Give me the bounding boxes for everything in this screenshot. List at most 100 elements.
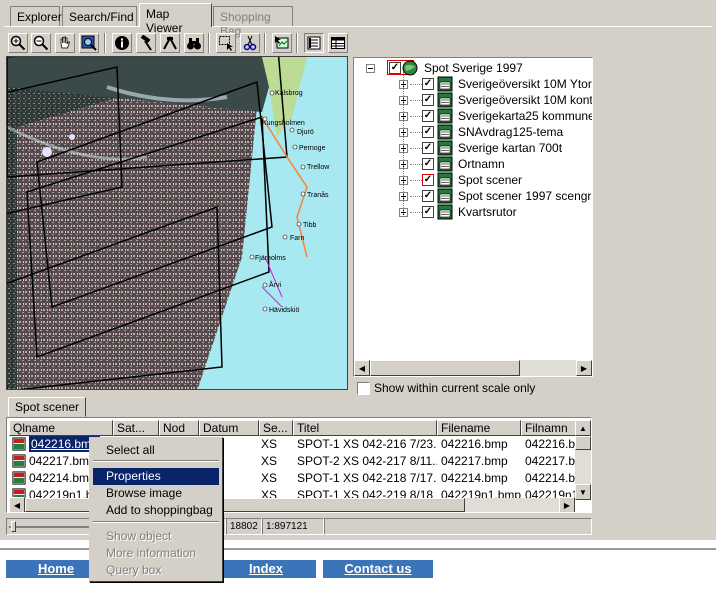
tree-item[interactable]: ✓ Sverigeöversikt 10M konturer bbox=[354, 92, 592, 108]
tab-map-viewer[interactable]: Map Viewer bbox=[139, 3, 212, 35]
cell-filename: 042216.bmp bbox=[441, 437, 508, 451]
column-header-se[interactable]: Se... bbox=[259, 420, 293, 436]
tab-explorer[interactable]: Explorer bbox=[10, 6, 62, 26]
column-header-filnamn[interactable]: Filnamn bbox=[521, 420, 577, 436]
context-menu-item: More information bbox=[106, 546, 197, 560]
legend-icon bbox=[307, 36, 321, 50]
legend-toggle-button[interactable] bbox=[304, 33, 324, 53]
select-rectangle-icon bbox=[219, 36, 233, 51]
zoom-extent-button[interactable] bbox=[79, 33, 99, 53]
tree-item[interactable]: ✓ Kvartsrutor bbox=[354, 204, 592, 220]
layer-checkbox[interactable]: ✓ bbox=[422, 126, 434, 138]
map-place-label: Farn bbox=[290, 235, 305, 242]
layer-label: Ortnamn bbox=[458, 157, 505, 171]
image-select-icon bbox=[275, 36, 289, 49]
tree-horizontal-scrollbar[interactable]: ◀ ▶ bbox=[354, 360, 592, 376]
layer-checkbox[interactable]: ✓ bbox=[422, 174, 434, 186]
layer-icon bbox=[437, 124, 453, 140]
layer-label: Kvartsrutor bbox=[458, 205, 517, 219]
tree-item[interactable]: ✓ Ortnamn bbox=[354, 156, 592, 172]
context-menu-item[interactable]: Add to shoppingbag bbox=[93, 502, 219, 519]
info-button[interactable] bbox=[112, 33, 132, 53]
tree-root[interactable]: ✓ Spot Sverige 1997 bbox=[354, 60, 592, 76]
layer-checkbox[interactable]: ✓ bbox=[422, 78, 434, 90]
scale-only-checkbox[interactable] bbox=[357, 382, 370, 395]
map-place-label: Pernoge bbox=[299, 145, 326, 152]
table-toggle-button[interactable] bbox=[328, 33, 348, 53]
layer-checkbox[interactable]: ✓ bbox=[422, 190, 434, 202]
scroll-up-icon[interactable]: ▲ bbox=[575, 420, 591, 436]
context-menu-item: Query box bbox=[106, 563, 162, 577]
slider-thumb[interactable] bbox=[11, 521, 16, 532]
tree-item[interactable]: ✓ Sverigekarta25 kommuner -S bbox=[354, 108, 592, 124]
root-checkbox[interactable]: ✓ bbox=[389, 62, 401, 74]
toolbar-separator bbox=[296, 33, 298, 53]
select-rectangle-button[interactable] bbox=[216, 33, 236, 53]
column-header-titel[interactable]: Titel bbox=[293, 420, 437, 436]
measure-button[interactable] bbox=[160, 33, 180, 53]
cell-filename: 042217.bmp bbox=[441, 454, 508, 468]
layer-checkbox[interactable]: ✓ bbox=[422, 94, 434, 106]
column-header-nod[interactable]: Nod bbox=[159, 420, 199, 436]
nav-contact-link[interactable]: Contact us bbox=[323, 560, 433, 578]
scale-only-label: Show within current scale only bbox=[374, 381, 536, 395]
scroll-left-icon[interactable]: ◀ bbox=[9, 497, 25, 512]
measure-icon bbox=[163, 35, 177, 50]
map-place-label: Fjärholms bbox=[255, 255, 286, 262]
layer-label: Sverigeöversikt 10M Ytor bbox=[458, 77, 592, 91]
hammer-button[interactable] bbox=[136, 33, 156, 53]
context-menu: Select all Properties Browse image Add to s… bbox=[89, 437, 223, 582]
pan-button[interactable] bbox=[55, 33, 75, 53]
scroll-left-icon[interactable]: ◀ bbox=[354, 360, 370, 376]
tree-item[interactable]: ✓ Sverige kartan 700t bbox=[354, 140, 592, 156]
cell-titel: SPOT-1 XS 042-216 7/23... bbox=[297, 437, 437, 451]
cell-filename: 042214.bmp bbox=[441, 471, 508, 485]
map-view[interactable]: Kalsbrog Kungsholmen Djurö Pernoge Trell… bbox=[6, 56, 348, 390]
tab-search-find[interactable]: Search/Find bbox=[62, 6, 137, 26]
layer-checkbox[interactable]: ✓ bbox=[422, 110, 434, 122]
collapse-icon[interactable] bbox=[366, 64, 375, 73]
zoom-in-button[interactable] bbox=[8, 33, 28, 53]
tab-spot-scener[interactable]: Spot scener bbox=[8, 397, 87, 417]
scroll-down-icon[interactable]: ▼ bbox=[575, 484, 591, 500]
map-place-label: Djurö bbox=[297, 129, 314, 136]
map-place-label: Hävidskiö bbox=[269, 307, 299, 314]
cell-se: XS bbox=[261, 454, 278, 468]
tree-connector bbox=[403, 72, 404, 214]
layer-checkbox[interactable]: ✓ bbox=[422, 206, 434, 218]
column-header-filename[interactable]: Filename bbox=[437, 420, 521, 436]
layer-checkbox[interactable]: ✓ bbox=[422, 158, 434, 170]
table-vertical-scrollbar[interactable]: ▲ ▼ bbox=[575, 420, 591, 500]
tree-connector bbox=[410, 84, 422, 85]
context-menu-item[interactable]: Properties bbox=[93, 468, 219, 485]
nav-index-link[interactable]: Index bbox=[216, 560, 316, 578]
context-menu-item[interactable]: Browse image bbox=[93, 485, 219, 502]
tree-item[interactable]: ✓ SNAvdrag125-tema bbox=[354, 124, 592, 140]
cut-button[interactable] bbox=[240, 33, 260, 53]
tree-item[interactable]: ✓ Spot scener bbox=[354, 172, 592, 188]
tree-connector bbox=[410, 196, 422, 197]
find-button[interactable] bbox=[184, 33, 204, 53]
image-select-button[interactable] bbox=[272, 33, 292, 53]
tree-connector bbox=[410, 116, 422, 117]
context-menu-item[interactable]: Select all bbox=[93, 442, 219, 459]
tree-item[interactable]: ✓ Spot scener 1997 scengräns bbox=[354, 188, 592, 204]
tree-item[interactable]: ✓ Sverigeöversikt 10M Ytor bbox=[354, 76, 592, 92]
column-header-datum[interactable]: Datum bbox=[199, 420, 259, 436]
zoom-out-button[interactable] bbox=[31, 33, 51, 53]
pan-hand-icon bbox=[60, 36, 71, 49]
scroll-right-icon[interactable]: ▶ bbox=[576, 360, 592, 376]
tab-search-find-label: Search/Find bbox=[69, 10, 134, 24]
scroll-right-icon[interactable]: ▶ bbox=[559, 497, 575, 512]
scissors-icon bbox=[243, 35, 257, 51]
column-header-qlname[interactable]: Qlname bbox=[9, 420, 113, 436]
tree-connector bbox=[410, 100, 422, 101]
scroll-thumb[interactable] bbox=[575, 436, 591, 450]
tree-connector bbox=[410, 132, 422, 133]
map-place-label: Årvi bbox=[269, 280, 282, 289]
layer-checkbox[interactable]: ✓ bbox=[422, 142, 434, 154]
binoculars-icon bbox=[187, 38, 201, 50]
zoom-extent-icon bbox=[81, 35, 97, 51]
column-header-sat[interactable]: Sat... bbox=[113, 420, 159, 436]
scroll-thumb[interactable] bbox=[370, 360, 520, 376]
